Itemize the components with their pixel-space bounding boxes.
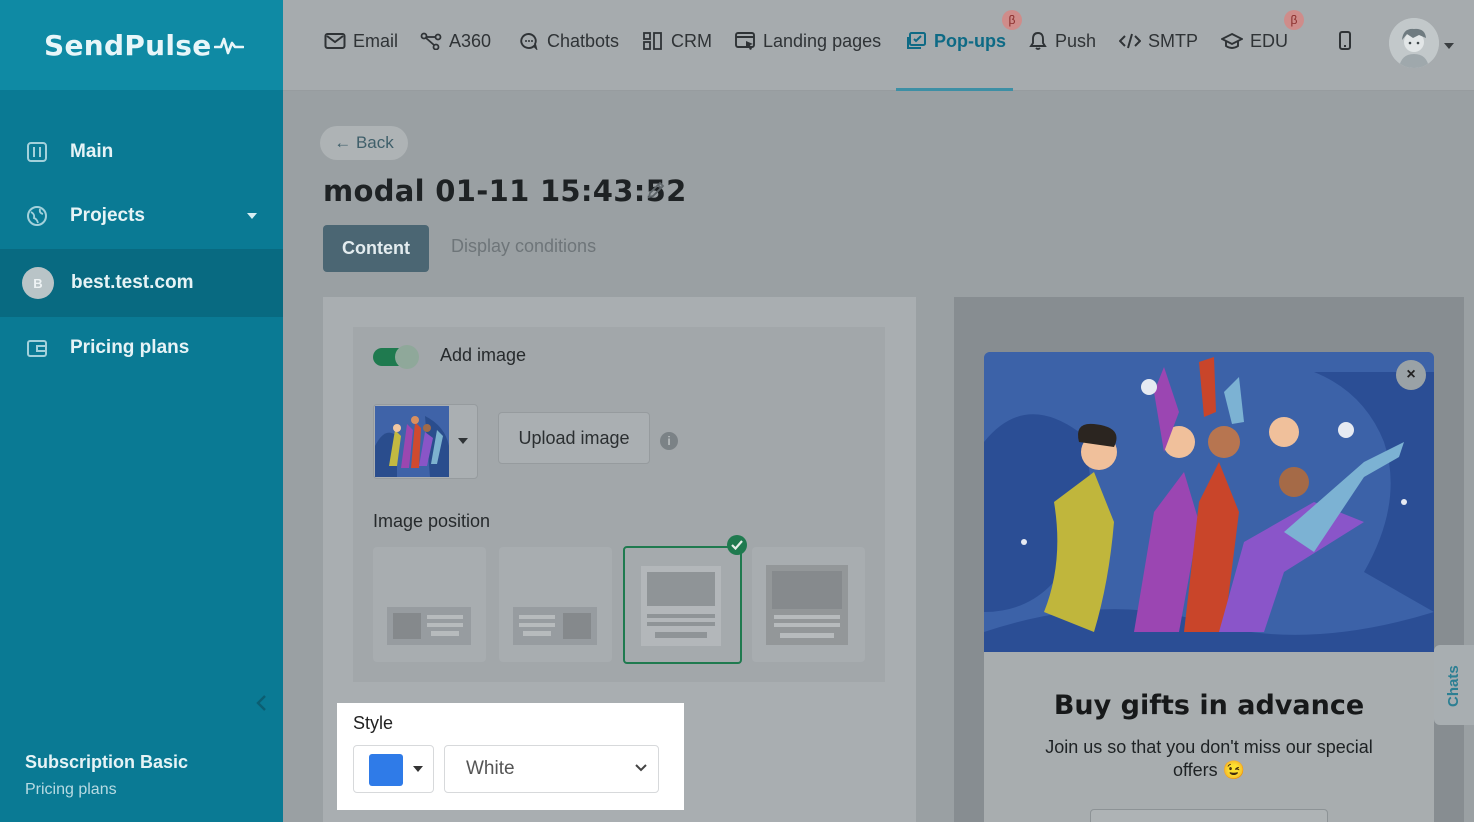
- beta-badge: β: [1284, 10, 1304, 30]
- globe-icon: [25, 204, 49, 228]
- nav-label: Pop-ups: [934, 30, 1006, 51]
- project-avatar: B: [22, 267, 54, 299]
- style-select[interactable]: White: [444, 745, 659, 793]
- image-position-left[interactable]: [373, 547, 486, 662]
- nav-label: SMTP: [1148, 30, 1199, 51]
- layout-right-icon: [513, 607, 597, 645]
- image-select[interactable]: [373, 404, 478, 479]
- kanban-icon: [643, 32, 662, 50]
- sidebar-item-projects[interactable]: Projects: [0, 183, 283, 249]
- bell-icon: [1029, 32, 1047, 50]
- tab-content[interactable]: Content: [323, 225, 429, 272]
- mail-icon: [324, 33, 346, 49]
- nav-label: CRM: [671, 30, 712, 51]
- chevron-down-icon: [458, 438, 468, 444]
- popup-title: Buy gifts in advance: [1053, 690, 1365, 721]
- mobile-icon[interactable]: [1338, 31, 1352, 51]
- sidebar-item-label: Pricing plans: [70, 337, 190, 358]
- chats-label: Chats: [1445, 665, 1462, 707]
- top-nav: Email A360 Chatbots CRM Landing pages Po…: [283, 0, 1474, 91]
- user-avatar[interactable]: [1389, 18, 1439, 68]
- image-position-background[interactable]: [752, 547, 865, 662]
- style-label: Style: [353, 713, 394, 733]
- graduation-cap-icon: [1221, 32, 1243, 49]
- popup-icon: [907, 32, 926, 49]
- logo[interactable]: SendPulse: [44, 29, 244, 62]
- checkmark-icon: [727, 535, 747, 555]
- sidebar-item-project-site[interactable]: B best.test.com: [0, 249, 283, 317]
- wallet-icon: [25, 336, 49, 360]
- nav-label: A360: [449, 30, 492, 51]
- pencil-icon[interactable]: [646, 180, 666, 200]
- chevron-down-icon: [413, 766, 423, 772]
- popup-preview: × Buy gifts in advance Join us so that y…: [984, 352, 1434, 822]
- info-icon[interactable]: i: [660, 432, 678, 450]
- nodes-icon: [420, 32, 442, 50]
- chats-tab[interactable]: Chats: [1434, 645, 1474, 725]
- logo-bar: SendPulse: [0, 0, 283, 90]
- chevron-down-icon: [247, 213, 257, 219]
- nav-label: Push: [1055, 30, 1097, 51]
- user-avatar-icon: [1389, 18, 1439, 68]
- upload-image-button[interactable]: Upload image: [498, 412, 650, 464]
- nav-email[interactable]: Email: [324, 28, 398, 54]
- sidebar: SendPulse Main Projects B best.test.com …: [0, 0, 283, 822]
- chevron-down-icon: [635, 764, 647, 772]
- beta-badge: β: [1002, 10, 1022, 30]
- sidebar-item-label: Main: [70, 141, 114, 162]
- landing-icon: [735, 32, 755, 50]
- popup-image: ×: [984, 352, 1434, 652]
- image-position-top[interactable]: [623, 546, 742, 664]
- preview-panel: × Buy gifts in advance Join us so that y…: [954, 297, 1464, 822]
- chevron-left-icon[interactable]: [255, 694, 269, 712]
- add-image-toggle[interactable]: [373, 345, 419, 369]
- popup-close-button[interactable]: ×: [1396, 360, 1426, 390]
- image-thumbnail: [375, 406, 449, 477]
- add-image-label: Add image: [440, 345, 527, 365]
- tab-display-conditions[interactable]: Display conditions: [451, 236, 596, 257]
- nav-popups[interactable]: Pop-ups: [905, 28, 1006, 54]
- subscription-pricing-link[interactable]: Pricing plans: [25, 781, 117, 799]
- nav-crm[interactable]: CRM: [642, 28, 712, 54]
- pulse-icon: [213, 37, 244, 55]
- logo-text: SendPulse: [44, 28, 212, 62]
- popup-email-input[interactable]: [1090, 809, 1328, 822]
- style-section: Style White: [337, 703, 684, 810]
- style-select-value: White: [466, 758, 515, 779]
- layout-top-icon: [641, 566, 721, 646]
- sidebar-item-label: Projects: [70, 205, 145, 226]
- image-position-right[interactable]: [499, 547, 612, 662]
- chevron-down-icon[interactable]: [1444, 43, 1454, 49]
- dashboard-icon: [25, 140, 49, 164]
- nav-label: Chatbots: [547, 30, 620, 51]
- sidebar-item-main[interactable]: Main: [0, 119, 283, 185]
- nav-edu[interactable]: EDU: [1221, 28, 1288, 54]
- popup-text: Join us so that you don't miss our speci…: [1045, 737, 1373, 780]
- color-swatch: [369, 754, 403, 786]
- nav-chatbots[interactable]: Chatbots: [518, 28, 619, 54]
- color-picker[interactable]: [353, 745, 434, 793]
- image-position-label: Image position: [373, 511, 491, 531]
- nav-smtp[interactable]: SMTP: [1119, 28, 1198, 54]
- layout-background-icon: [766, 565, 848, 645]
- nav-label: Email: [353, 30, 399, 51]
- nav-label: Landing pages: [763, 30, 882, 51]
- nav-push[interactable]: Push: [1028, 28, 1096, 54]
- sidebar-item-pricing[interactable]: Pricing plans: [0, 315, 283, 381]
- image-settings-card: Add image Upload image i Image position: [353, 327, 885, 682]
- nav-label: EDU: [1250, 30, 1289, 51]
- nav-a360[interactable]: A360: [420, 28, 491, 54]
- back-button[interactable]: ← Back: [320, 126, 408, 160]
- code-icon: [1119, 33, 1141, 49]
- main-area: Email A360 Chatbots CRM Landing pages Po…: [283, 0, 1474, 822]
- nav-landing-pages[interactable]: Landing pages: [734, 28, 881, 54]
- page-title: modal 01-11 15:43:52: [323, 174, 687, 208]
- sidebar-item-label: best.test.com: [71, 272, 194, 293]
- chat-icon: [520, 33, 538, 50]
- active-tab-underline: [896, 88, 1013, 91]
- layout-left-icon: [387, 607, 471, 645]
- subscription-title: Subscription Basic: [25, 752, 189, 772]
- toggle-knob: [395, 345, 419, 369]
